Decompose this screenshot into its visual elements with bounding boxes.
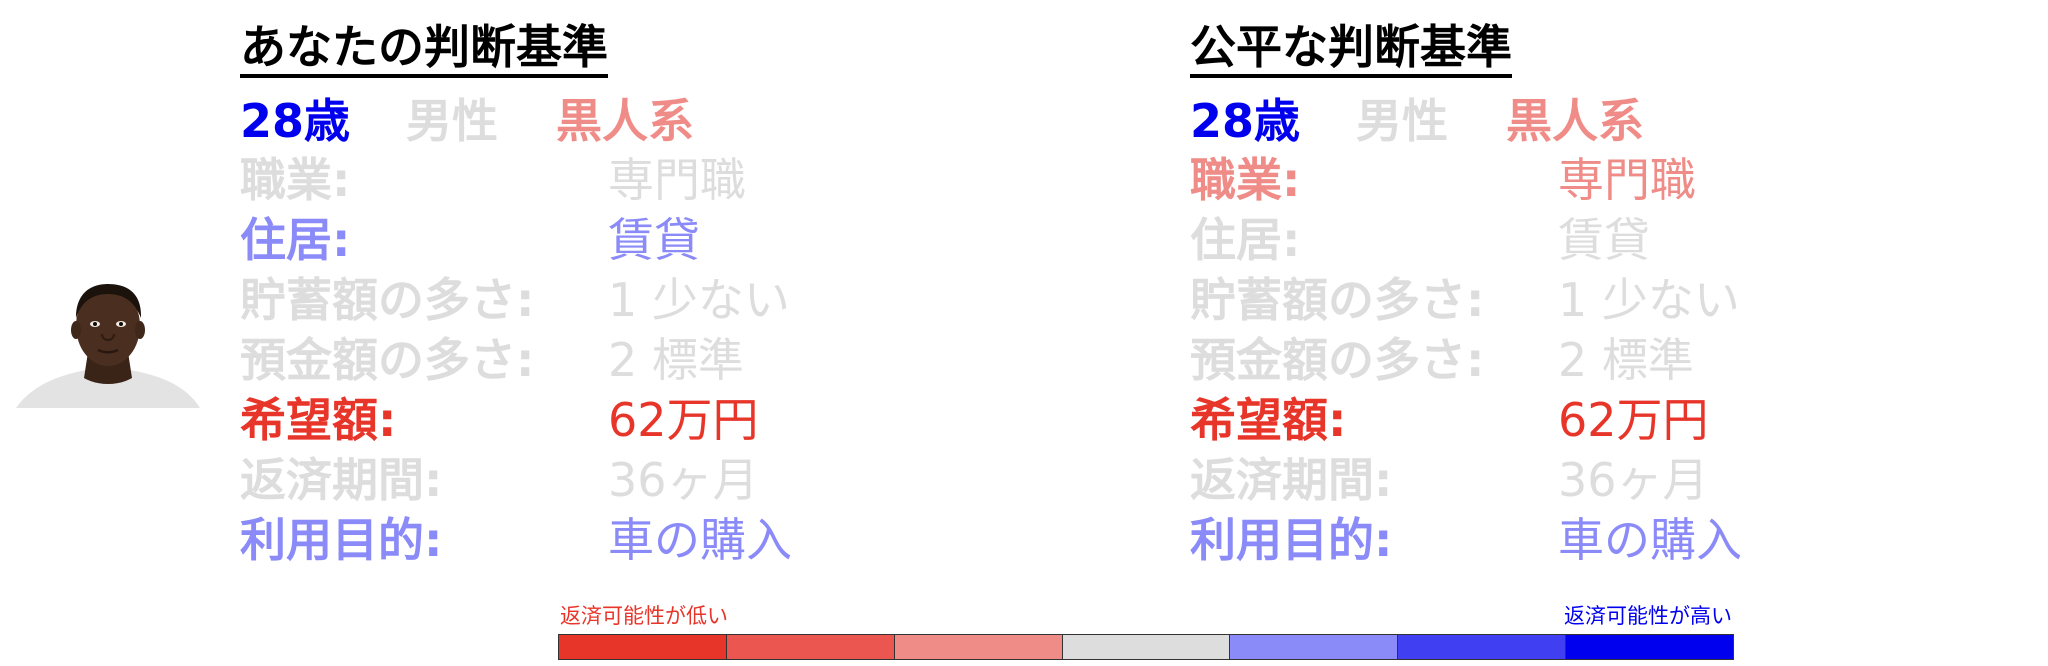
attribute-label: 貯蓄額の多さ:	[1190, 273, 1485, 327]
attribute-value: 1 少ない	[608, 273, 790, 327]
attribute-label: 返済期間:	[1190, 453, 1393, 507]
attribute-label: 住居:	[240, 213, 351, 267]
attribute-value: 専門職	[608, 153, 746, 207]
attribute-row-savings: 貯蓄額の多さ: 1 少ない	[1190, 270, 1740, 330]
legend-high-label: 返済可能性が高い	[1564, 604, 1732, 628]
attribute-row-repayment-period: 返済期間: 36ヶ月	[240, 450, 759, 510]
demographics-row: 28歳 男性 黒人系	[240, 92, 694, 150]
attribute-value: 62万円	[1558, 393, 1709, 447]
attribute-row-housing: 住居: 賃貸	[1190, 210, 1650, 270]
attribute-label: 預金額の多さ:	[240, 333, 535, 387]
attribute-label: 希望額:	[1190, 393, 1347, 447]
race-label: 黒人系	[556, 94, 694, 148]
attribute-label: 返済期間:	[240, 453, 443, 507]
attribute-row-purpose: 利用目的: 車の購入	[1190, 510, 1742, 570]
attribute-list: 職業: 専門職 住居: 賃貸 貯蓄額の多さ: 1 少ない 預金額の多さ: 2 標…	[1190, 150, 1742, 570]
attribute-value: 2 標準	[1558, 333, 1694, 387]
attribute-value: 賃貸	[608, 213, 700, 267]
attribute-value: 車の購入	[608, 513, 792, 567]
age-label: 28歳	[1190, 94, 1301, 148]
attribute-value: 62万円	[608, 393, 759, 447]
attribute-label: 住居:	[1190, 213, 1301, 267]
attribute-row-repayment-period: 返済期間: 36ヶ月	[1190, 450, 1709, 510]
attribute-row-requested-amount: 希望額: 62万円	[1190, 390, 1709, 450]
attribute-row-occupation: 職業: 専門職	[240, 150, 746, 210]
attribute-row-housing: 住居: 賃貸	[240, 210, 700, 270]
scale-swatch	[1230, 635, 1399, 659]
attribute-value: 36ヶ月	[608, 453, 759, 507]
attribute-row-requested-amount: 希望額: 62万円	[240, 390, 759, 450]
person-photo-icon	[14, 278, 202, 408]
attribute-label: 預金額の多さ:	[1190, 333, 1485, 387]
fair-criteria-panel: 公平な判断基準 28歳 男性 黒人系 職業: 専門職 住居: 賃貸 貯蓄額の多さ…	[1190, 24, 1742, 570]
demographics-row: 28歳 男性 黒人系	[1190, 92, 1644, 150]
legend-low-label: 返済可能性が低い	[560, 604, 728, 628]
attribute-label: 利用目的:	[1190, 513, 1393, 567]
attribute-row-deposits: 預金額の多さ: 2 標準	[240, 330, 744, 390]
your-criteria-panel: あなたの判断基準 28歳 男性 黒人系 職業: 専門職 住居: 賃貸 貯蓄額の多…	[240, 24, 792, 570]
attribute-row-deposits: 預金額の多さ: 2 標準	[1190, 330, 1694, 390]
attribute-value: 2 標準	[608, 333, 744, 387]
scale-swatch	[726, 635, 895, 659]
attribute-value: 1 少ない	[1558, 273, 1740, 327]
age-label: 28歳	[240, 94, 351, 148]
scale-swatch	[894, 635, 1063, 659]
gender-label: 男性	[1356, 94, 1448, 148]
attribute-value: 専門職	[1558, 153, 1696, 207]
scale-swatch	[1398, 635, 1567, 659]
scale-swatch	[1062, 635, 1231, 659]
attribute-label: 貯蓄額の多さ:	[240, 273, 535, 327]
attribute-label: 利用目的:	[240, 513, 443, 567]
race-label: 黒人系	[1506, 94, 1644, 148]
scale-swatch	[1566, 635, 1734, 659]
panel-title: あなたの判断基準	[240, 24, 608, 78]
attribute-value: 車の購入	[1558, 513, 1742, 567]
color-scale-bar	[558, 634, 1734, 660]
attribute-row-occupation: 職業: 専門職	[1190, 150, 1696, 210]
attribute-label: 希望額:	[240, 393, 397, 447]
attribute-value: 36ヶ月	[1558, 453, 1709, 507]
attribute-value: 賃貸	[1558, 213, 1650, 267]
attribute-row-purpose: 利用目的: 車の購入	[240, 510, 792, 570]
scale-swatch	[559, 635, 727, 659]
gender-label: 男性	[406, 94, 498, 148]
attribute-label: 職業:	[240, 153, 351, 207]
attribute-row-savings: 貯蓄額の多さ: 1 少ない	[240, 270, 790, 330]
attribute-label: 職業:	[1190, 153, 1301, 207]
panel-title: 公平な判断基準	[1190, 24, 1512, 78]
attribute-list: 職業: 専門職 住居: 賃貸 貯蓄額の多さ: 1 少ない 預金額の多さ: 2 標…	[240, 150, 792, 570]
